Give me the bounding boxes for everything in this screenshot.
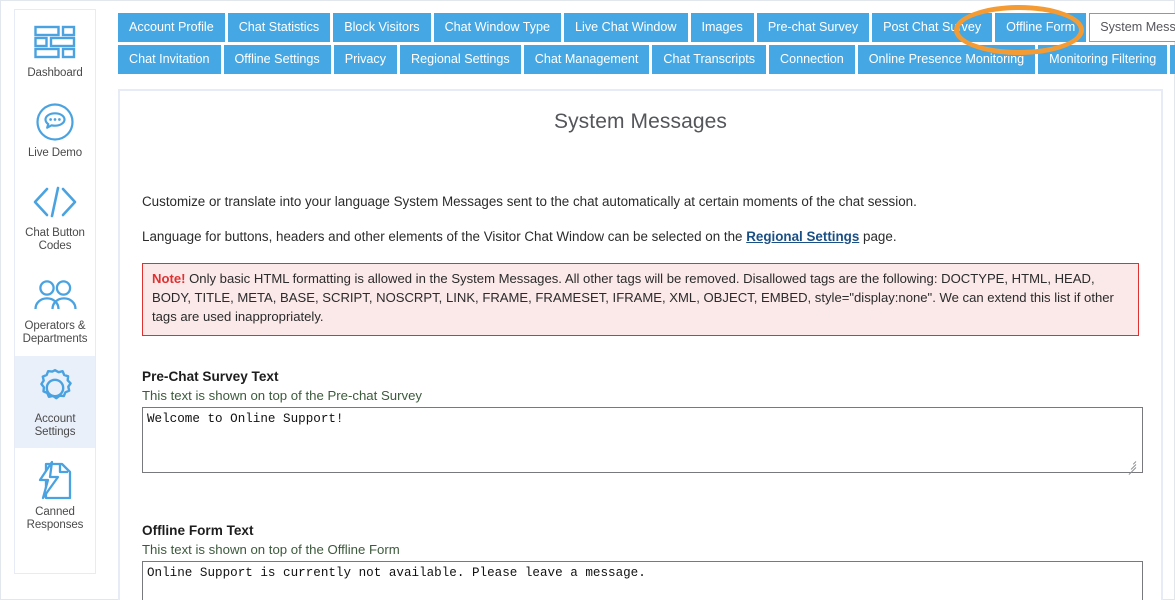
tab-offline-form[interactable]: Offline Form xyxy=(995,13,1087,42)
tab-chat-management[interactable]: Chat Management xyxy=(523,45,650,74)
textarea-wrapper xyxy=(142,407,1143,476)
intro-paragraph-1: Customize or translate into your languag… xyxy=(142,194,917,209)
dashboard-grid-icon xyxy=(17,20,93,64)
field-hint: This text is shown on top of the Pre-cha… xyxy=(142,388,423,404)
tab-block-visitors[interactable]: Block Visitors xyxy=(333,13,431,42)
sidebar-item-operators-departments[interactable]: Operators & Departments xyxy=(15,263,95,356)
sidebar-item-live-demo[interactable]: Live Demo xyxy=(15,90,95,170)
tab-system-messages[interactable]: System Messages xyxy=(1089,13,1175,42)
intro-text-after: page. xyxy=(859,229,897,245)
regional-settings-link[interactable]: Regional Settings xyxy=(746,229,859,244)
field-title: Offline Form Text xyxy=(142,523,254,539)
page-title: System Messages xyxy=(553,110,728,133)
sidebar-item-dashboard[interactable]: Dashboard xyxy=(15,10,95,90)
field-offline-form-text: Offline Form Text This text is shown on … xyxy=(142,523,1143,600)
chat-bubble-circle-icon xyxy=(17,100,93,144)
textarea-wrapper xyxy=(142,561,1143,600)
field-pre-chat-survey-text: Pre-Chat Survey Text This text is shown … xyxy=(142,369,1143,476)
gear-icon xyxy=(17,366,93,410)
tab-offline-settings[interactable]: Offline Settings xyxy=(223,45,331,74)
sidebar-item-label: Account Settings xyxy=(34,413,76,438)
tab-chat-invitation[interactable]: Chat Invitation xyxy=(118,45,221,74)
tab-images[interactable]: Images xyxy=(690,13,754,42)
tab-row-1: Account Profile Chat Statistics Block Vi… xyxy=(118,13,1175,42)
tab-row-2: Chat Invitation Offline Settings Privacy… xyxy=(118,45,1175,74)
pre-chat-survey-text-input[interactable] xyxy=(142,407,1143,474)
sidebar: Dashboard Live Demo Chat Button Codes Op… xyxy=(14,9,96,574)
content-panel: System Messages Customize or translate i… xyxy=(118,89,1163,600)
sidebar-item-label: Live Demo xyxy=(27,147,83,159)
sidebar-item-chat-button-codes[interactable]: Chat Button Codes xyxy=(15,170,95,263)
app-window: Dashboard Live Demo Chat Button Codes Op… xyxy=(0,0,1175,600)
note-label: Note! xyxy=(152,271,186,287)
intro-text-before: Language for buttons, headers and other … xyxy=(142,229,747,245)
field-title: Pre-Chat Survey Text xyxy=(142,369,279,385)
tab-account-profile[interactable]: Account Profile xyxy=(118,13,225,42)
code-brackets-icon xyxy=(17,180,93,224)
sidebar-item-account-settings[interactable]: Account Settings xyxy=(15,356,95,449)
tab-privacy[interactable]: Privacy xyxy=(333,45,397,74)
tab-chat-statistics[interactable]: Chat Statistics xyxy=(227,13,331,42)
tab-chat-transcripts[interactable]: Chat Transcripts xyxy=(652,45,767,74)
tab-bar: Account Profile Chat Statistics Block Vi… xyxy=(118,13,1175,77)
field-hint: This text is shown on top of the Offline… xyxy=(142,542,400,558)
tab-monitoring-filtering[interactable]: Monitoring Filtering xyxy=(1038,45,1168,74)
tab-live-chat-window[interactable]: Live Chat Window xyxy=(564,13,688,42)
users-icon xyxy=(17,273,93,317)
sidebar-item-label: Chat Button Codes xyxy=(25,227,85,252)
sidebar-item-label: Canned Responses xyxy=(26,506,84,531)
offline-form-text-input[interactable] xyxy=(142,561,1143,600)
tab-post-chat-survey[interactable]: Post Chat Survey xyxy=(872,13,993,42)
tab-chat-window-type[interactable]: Chat Window Type xyxy=(433,13,562,42)
lightning-document-icon xyxy=(17,459,93,503)
tab-connection[interactable]: Connection xyxy=(769,45,855,74)
tab-google-analytics[interactable]: Google Analytics xyxy=(1170,45,1175,74)
sidebar-item-label: Dashboard xyxy=(27,67,83,79)
note-text: Only basic HTML formatting is allowed in… xyxy=(152,271,1114,325)
tab-pre-chat-survey[interactable]: Pre-chat Survey xyxy=(756,13,870,42)
tab-regional-settings[interactable]: Regional Settings xyxy=(400,45,521,74)
sidebar-item-label: Operators & Departments xyxy=(22,320,88,345)
intro-paragraph-2: Language for buttons, headers and other … xyxy=(120,228,1161,246)
tab-online-presence-monitoring[interactable]: Online Presence Monitoring xyxy=(857,45,1036,74)
note-warning-box: Note! Only basic HTML formatting is allo… xyxy=(142,263,1139,337)
sidebar-item-canned-responses[interactable]: Canned Responses xyxy=(15,449,95,542)
